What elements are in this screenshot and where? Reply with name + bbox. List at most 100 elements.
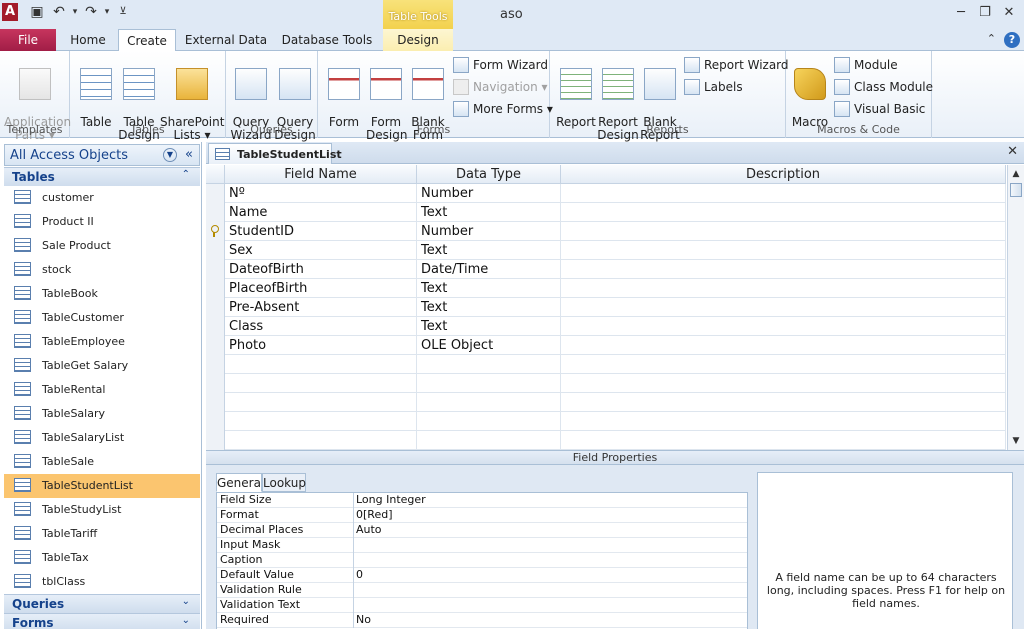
field-name-cell[interactable]: PlaceofBirth (225, 279, 417, 298)
field-name-cell[interactable]: Name (225, 203, 417, 222)
more-forms-button[interactable]: More Forms ▾ (453, 100, 553, 118)
labels-button[interactable]: Labels (684, 78, 743, 96)
property-row[interactable]: Field Size Long Integer (217, 493, 747, 508)
row-selector[interactable] (206, 260, 225, 279)
nav-table-item[interactable]: TableRental (4, 378, 200, 402)
vertical-scrollbar[interactable]: ▲ ▼ (1007, 165, 1024, 450)
description-cell[interactable] (561, 203, 1006, 222)
field-name-cell[interactable]: Nº (225, 184, 417, 203)
access-logo-icon[interactable]: A (2, 3, 18, 21)
row-selector[interactable] (206, 412, 225, 431)
visual-basic-button[interactable]: Visual Basic (834, 100, 925, 118)
table-row[interactable]: PlaceofBirth Text (206, 279, 1006, 298)
data-type-cell[interactable]: Text (417, 203, 561, 222)
minimize-icon[interactable]: ─ (950, 5, 972, 21)
row-selector[interactable] (206, 355, 225, 374)
tab-external-data[interactable]: External Data (184, 29, 268, 51)
nav-table-item[interactable]: TableSalaryList (4, 426, 200, 450)
description-cell[interactable] (561, 317, 1006, 336)
module-button[interactable]: Module (834, 56, 898, 74)
field-name-cell[interactable]: Pre-Absent (225, 298, 417, 317)
property-row[interactable]: Decimal Places Auto (217, 523, 747, 538)
nav-table-item[interactable]: TableSalary (4, 402, 200, 426)
tab-create[interactable]: Create (118, 29, 176, 52)
nav-table-item[interactable]: TableTariff (4, 522, 200, 546)
nav-table-item[interactable]: TableStudentList (4, 474, 200, 498)
table-row[interactable] (206, 393, 1006, 412)
restore-icon[interactable]: ❐ (974, 5, 996, 21)
table-row[interactable]: Sex Text (206, 241, 1006, 260)
data-type-cell[interactable] (417, 374, 561, 393)
row-selector[interactable] (206, 222, 225, 241)
property-value[interactable]: Auto (353, 523, 747, 538)
table-row[interactable]: Photo OLE Object (206, 336, 1006, 355)
field-name-cell[interactable] (225, 355, 417, 374)
data-type-cell[interactable]: Text (417, 241, 561, 260)
property-row[interactable]: Validation Rule (217, 583, 747, 598)
tab-general[interactable]: General (216, 473, 264, 492)
row-selector[interactable] (206, 203, 225, 222)
property-value[interactable]: Long Integer (353, 493, 747, 508)
form-button[interactable]: Form (324, 55, 364, 129)
tab-home[interactable]: Home (62, 29, 114, 51)
help-icon[interactable]: ? (1004, 32, 1020, 48)
nav-table-item[interactable]: Sale Product (4, 234, 200, 258)
data-type-cell[interactable] (417, 355, 561, 374)
description-cell[interactable] (561, 260, 1006, 279)
data-type-cell[interactable]: Text (417, 279, 561, 298)
field-name-cell[interactable] (225, 393, 417, 412)
nav-table-item[interactable]: Product II (4, 210, 200, 234)
description-cell[interactable] (561, 374, 1006, 393)
property-row[interactable]: Required No (217, 613, 747, 628)
data-type-cell[interactable]: Number (417, 184, 561, 203)
nav-table-item[interactable]: TableCustomer (4, 306, 200, 330)
scroll-up-icon[interactable]: ▲ (1008, 166, 1024, 182)
column-header-field-name[interactable]: Field Name (225, 165, 417, 184)
property-value[interactable] (353, 598, 747, 613)
table-row[interactable]: Pre-Absent Text (206, 298, 1006, 317)
nav-section-forms[interactable]: Forms ⌄ (4, 613, 200, 629)
row-selector[interactable] (206, 241, 225, 260)
row-selector[interactable] (206, 298, 225, 317)
field-name-cell[interactable]: Photo (225, 336, 417, 355)
property-value[interactable]: 0[Red] (353, 508, 747, 523)
data-type-cell[interactable]: Date/Time (417, 260, 561, 279)
description-cell[interactable] (561, 431, 1006, 450)
property-value[interactable] (353, 538, 747, 553)
document-tab[interactable]: TableStudentList (208, 143, 342, 164)
close-icon[interactable]: ✕ (998, 5, 1020, 21)
tab-database-tools[interactable]: Database Tools (280, 29, 374, 51)
nav-header[interactable]: All Access Objects ▼ « (4, 144, 200, 166)
table-row[interactable]: DateofBirth Date/Time (206, 260, 1006, 279)
table-row[interactable]: Nº Number (206, 184, 1006, 203)
row-selector[interactable] (206, 279, 225, 298)
description-cell[interactable] (561, 393, 1006, 412)
nav-table-item[interactable]: customer (4, 186, 200, 210)
nav-table-item[interactable]: tblClass (4, 570, 200, 594)
data-type-cell[interactable]: Number (417, 222, 561, 241)
data-type-cell[interactable] (417, 393, 561, 412)
property-value[interactable]: No (353, 613, 747, 628)
class-module-button[interactable]: Class Module (834, 78, 933, 96)
save-icon[interactable]: ▣ (28, 4, 46, 20)
nav-table-item[interactable]: TableGet Salary (4, 354, 200, 378)
property-row[interactable]: Default Value 0 (217, 568, 747, 583)
nav-table-item[interactable]: TableSale (4, 450, 200, 474)
tab-design[interactable]: Design (383, 29, 453, 51)
field-name-cell[interactable]: Sex (225, 241, 417, 260)
report-wizard-button[interactable]: Report Wizard (684, 56, 789, 74)
nav-section-tables[interactable]: Tables ⌃ (4, 167, 200, 186)
table-row[interactable]: Name Text (206, 203, 1006, 222)
property-value[interactable] (353, 553, 747, 568)
scroll-down-icon[interactable]: ▼ (1008, 433, 1024, 449)
description-cell[interactable] (561, 222, 1006, 241)
data-type-cell[interactable]: Text (417, 298, 561, 317)
table-row[interactable]: Class Text (206, 317, 1006, 336)
property-row[interactable]: Caption (217, 553, 747, 568)
description-cell[interactable] (561, 241, 1006, 260)
field-name-cell[interactable]: DateofBirth (225, 260, 417, 279)
property-value[interactable]: 0 (353, 568, 747, 583)
nav-table-item[interactable]: TableEmployee (4, 330, 200, 354)
report-button[interactable]: Report (554, 55, 598, 129)
description-cell[interactable] (561, 279, 1006, 298)
